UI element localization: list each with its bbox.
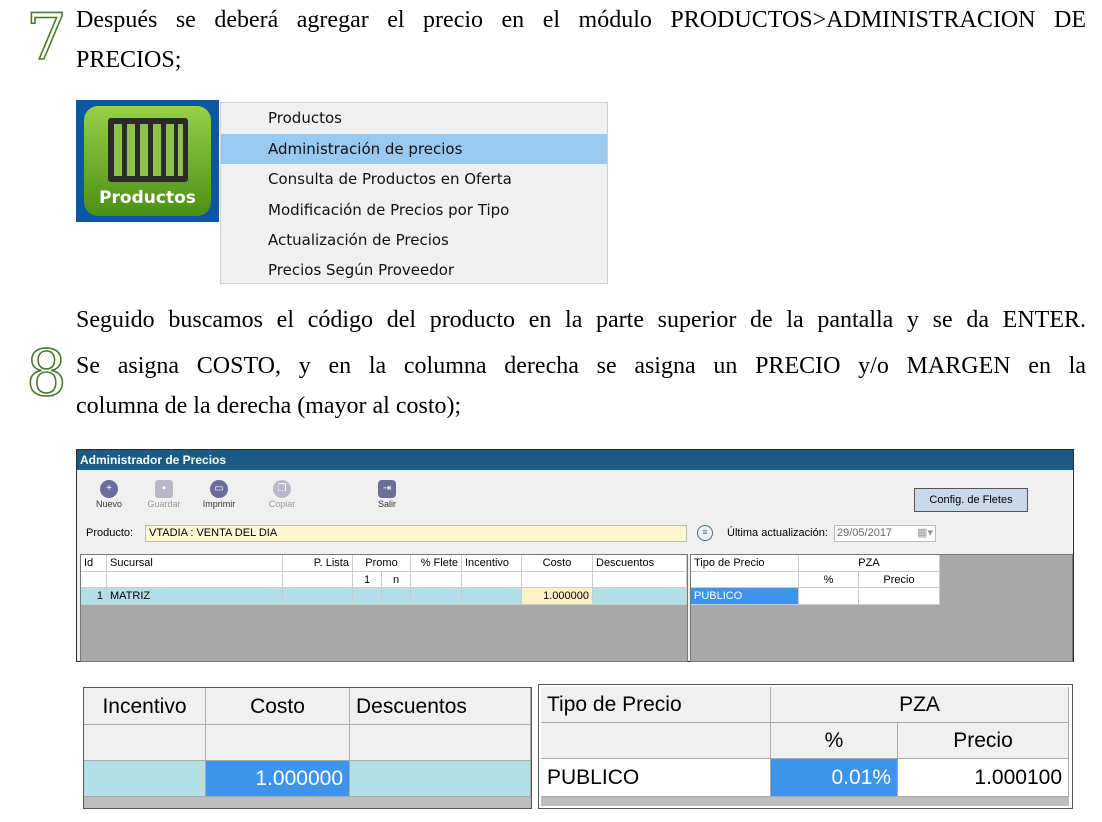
menu-item-consulta-ofertas[interactable]: Consulta de Productos en Oferta [221, 164, 607, 194]
imprimir-label: Imprimir [202, 499, 236, 509]
header-tipo-precio: Tipo de Precio [691, 555, 799, 572]
header-pza: PZA [799, 555, 940, 572]
cell-id[interactable]: 1 [81, 588, 107, 605]
cell-incentivo[interactable] [462, 588, 522, 605]
zoom-costos-panel: Incentivo Costo Descuentos 1.000000 [83, 687, 532, 809]
header-p-lista: P. Lista [283, 555, 353, 572]
zoom-header-incentivo: Incentivo [84, 688, 206, 725]
header-porcentaje: % [799, 572, 859, 588]
header-id: Id [81, 555, 107, 572]
ultima-actualizacion-field[interactable]: 29/05/2017 ▦▾ [834, 525, 936, 542]
menu-item-administracion-de-precios[interactable]: Administración de precios [221, 134, 607, 164]
ultima-actualizacion-label: Última actualización: [727, 527, 828, 539]
cell-tipo-precio[interactable]: PUBLICO [691, 588, 799, 605]
zoom-cell-costo[interactable]: 1.000000 [206, 761, 350, 797]
guardar-button[interactable]: ▪ Guardar [139, 480, 189, 509]
productos-module-icon[interactable]: Productos [76, 100, 219, 222]
salir-label: Salir [377, 499, 396, 509]
step7-line1: Después se deberá agregar el precio en e… [76, 7, 1086, 33]
cell-p-lista[interactable] [283, 588, 353, 605]
nuevo-button[interactable]: + Nuevo [84, 480, 134, 509]
menu-item-actualizacion-precios[interactable]: Actualización de Precios [221, 225, 607, 255]
step8-intro: Seguido buscamos el código del producto … [76, 300, 1086, 340]
new-document-icon: + [100, 480, 118, 498]
cell-costo[interactable]: 1.000000 [522, 588, 593, 605]
step7-paragraph: Después se deberá agregar el precio en e… [76, 0, 1086, 80]
zoom-precios-panel: Tipo de Precio PZA % Precio PUBLICO 0.01… [538, 684, 1073, 809]
step-number-8: 8 [25, 337, 67, 411]
zoom-cell-precio[interactable]: 1.000100 [898, 759, 1069, 797]
barcode-icon [108, 118, 188, 182]
header-costo: Costo [522, 555, 593, 572]
zoom-cell-porcentaje[interactable]: 0.01% [771, 759, 898, 797]
zoom-cell-incentivo[interactable] [84, 761, 206, 797]
header-promo-1: 1 [353, 572, 382, 588]
step8-line1: Se asigna COSTO, y en la columna derecha… [76, 353, 1086, 379]
zoom-header-pza: PZA [771, 687, 1069, 723]
precios-grid: Tipo de Precio PZA % Precio PUBLICO [690, 554, 1073, 662]
producto-input[interactable]: VTADIA : VENTA DEL DIA [145, 525, 687, 542]
cell-porcentaje[interactable] [799, 588, 859, 605]
step8-line0: Seguido buscamos el código del producto … [76, 307, 1086, 333]
costos-grid: Id Sucursal P. Lista Promo % Flete Incen… [80, 554, 688, 662]
menu-item-productos[interactable]: Productos [221, 103, 607, 133]
zoom-header-descuentos: Descuentos [350, 688, 531, 725]
header-flete: % Flete [411, 555, 462, 572]
nuevo-label: Nuevo [95, 499, 122, 509]
imprimir-button[interactable]: ▭ Imprimir [194, 480, 244, 509]
header-sucursal: Sucursal [107, 555, 283, 572]
zoom-header-precio: Precio [898, 723, 1069, 759]
cell-sucursal[interactable]: MATRIZ [107, 588, 283, 605]
zoom-header-porcentaje: % [771, 723, 898, 759]
productos-menu: Productos Administración de precios Cons… [220, 102, 608, 284]
step7-line2: PRECIOS; [76, 47, 182, 73]
config-fletes-button[interactable]: Config. de Fletes [914, 488, 1028, 512]
calendar-icon[interactable]: ▦▾ [917, 526, 933, 541]
header-descuentos: Descuentos [593, 555, 687, 572]
step8-paragraph: Se asigna COSTO, y en la columna derecha… [76, 346, 1086, 426]
menu-item-precios-proveedor[interactable]: Precios Según Proveedor [221, 255, 607, 285]
header-incentivo: Incentivo [462, 555, 522, 572]
zoom-cell-tipo-precio[interactable]: PUBLICO [541, 759, 771, 797]
window-title: Administrador de Precios [77, 450, 1073, 470]
admin-precios-window: Administrador de Precios + Nuevo ▪ Guard… [76, 449, 1074, 662]
cell-precio[interactable] [859, 588, 940, 605]
menu-item-modificacion-precios-tipo[interactable]: Modificación de Precios por Tipo [221, 195, 607, 225]
cell-promo-1[interactable] [353, 588, 382, 605]
print-icon: ▭ [210, 480, 228, 498]
header-promo: Promo [353, 555, 411, 572]
exit-icon: ⇥ [378, 480, 396, 498]
cell-promo-n[interactable] [382, 588, 411, 605]
guardar-label: Guardar [147, 499, 181, 509]
zoom-cell-descuentos[interactable] [350, 761, 531, 797]
salir-button[interactable]: ⇥ Salir [362, 480, 412, 509]
search-list-icon[interactable]: ≡ [697, 525, 713, 541]
save-icon: ▪ [155, 480, 173, 498]
ultima-actualizacion-value: 29/05/2017 [837, 527, 893, 539]
cell-descuentos[interactable] [593, 588, 687, 605]
step8-line2: columna de la derecha (mayor al costo); [76, 393, 462, 419]
producto-label: Producto: [86, 527, 134, 539]
module-label: Productos [99, 188, 196, 208]
header-promo-n: n [382, 572, 411, 588]
header-precio: Precio [859, 572, 940, 588]
zoom-header-costo: Costo [206, 688, 350, 725]
step-number-7: 7 [25, 1, 67, 75]
cell-flete[interactable] [411, 588, 462, 605]
copy-icon: ❐ [273, 480, 291, 498]
copiar-label: Copiar [268, 499, 296, 509]
zoom-header-tipo-precio: Tipo de Precio [541, 687, 771, 723]
copiar-button[interactable]: ❐ Copiar [257, 480, 307, 509]
